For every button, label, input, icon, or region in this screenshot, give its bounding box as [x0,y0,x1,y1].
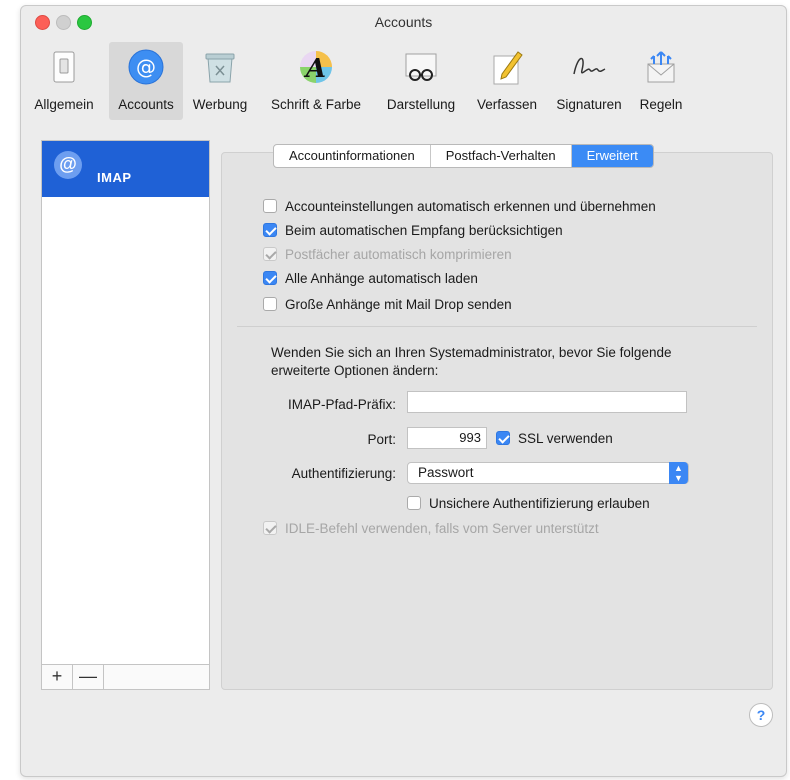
option-label: Beim automatischen Empfang berücksichtig… [285,222,563,238]
toolbar-item-darstellung[interactable]: Darstellung [377,42,465,120]
toolbar-label: Darstellung [386,97,456,112]
option-include-auto-fetch[interactable]: Beim automatischen Empfang berücksichtig… [263,220,563,240]
option-label: Accounteinstellungen automatisch erkenne… [285,198,656,214]
toolbar-item-verfassen[interactable]: Verfassen [467,42,547,120]
checkbox[interactable] [263,271,277,285]
port-label: Port: [367,432,396,447]
option-mail-drop[interactable]: Große Anhänge mit Mail Drop senden [263,294,512,314]
auth-popup[interactable]: Passwort ▲ ▼ [407,462,689,484]
checkbox[interactable] [263,223,277,237]
glasses-icon [405,53,437,81]
insecure-auth-label: Unsichere Authentifizierung erlauben [429,495,650,511]
toolbar-item-regeln[interactable]: Regeln [631,42,691,120]
toolbar-item-signaturen[interactable]: Signaturen [549,42,629,120]
list-controls: + — [42,664,209,689]
checkbox[interactable] [263,297,277,311]
ssl-option[interactable]: SSL verwenden [496,428,613,448]
svg-text:A: A [303,54,326,84]
chevron-updown-icon: ▲ ▼ [669,462,688,484]
toolbar-item-accounts[interactable]: @ Accounts [109,42,183,120]
option-compact-mailboxes: Postfächer automatisch komprimieren [263,244,512,264]
idle-label: IDLE-Befehl verwenden, falls vom Server … [285,520,599,536]
switch-icon [53,51,75,83]
toolbar-label: Verfassen [476,97,538,112]
checkbox [263,521,277,535]
junk-trash-icon [205,53,235,83]
tab-bar: Accountinformationen Postfach-Verhalten … [273,144,654,168]
preferences-window: Accounts Allgemein @ Accounts Werbung A … [20,5,787,777]
checkbox[interactable] [407,496,421,510]
at-sign-icon: @ [54,151,82,179]
toolbar-item-allgemein[interactable]: Allgemein [29,42,99,120]
pencil-icon [493,51,523,85]
at-sign-icon: @ [128,49,164,85]
add-account-button[interactable]: + [42,665,73,689]
tab-postfach-verhalten[interactable]: Postfach-Verhalten [431,145,572,167]
toolbar-label: Werbung [192,97,248,112]
toolbar-label: Regeln [639,97,683,112]
port-input[interactable]: 993 [407,427,487,449]
preferences-toolbar: Allgemein @ Accounts Werbung A Schrift &… [21,42,786,120]
toolbar-label: Accounts [118,97,174,112]
remove-account-button[interactable]: — [73,665,104,689]
toolbar-item-schrift-farbe[interactable]: A Schrift & Farbe [261,42,371,120]
toolbar-label: Allgemein [34,97,94,112]
help-button[interactable]: ? [749,703,773,727]
option-label: Postfächer automatisch komprimieren [285,246,512,262]
option-label: Alle Anhänge automatisch laden [285,270,478,286]
tab-erweitert[interactable]: Erweitert [571,145,653,167]
signature-icon [573,57,606,75]
imap-prefix-label: IMAP-Pfad-Präfix: [287,397,396,412]
ssl-label: SSL verwenden [518,430,613,446]
checkbox[interactable] [263,199,277,213]
toolbar-label: Signaturen [556,97,622,112]
font-color-icon: A [300,51,332,84]
rules-envelope-icon [647,51,675,83]
checkbox [263,247,277,261]
option-download-attachments[interactable]: Alle Anhänge automatisch laden [263,268,478,288]
svg-text:@: @ [136,55,156,79]
account-label: IMAP [97,170,132,185]
toolbar-label: Schrift & Farbe [270,97,362,112]
option-auto-detect[interactable]: Accounteinstellungen automatisch erkenne… [263,196,656,216]
toolbar-item-werbung[interactable]: Werbung [187,42,253,120]
tab-accountinformationen[interactable]: Accountinformationen [274,145,431,167]
imap-prefix-input[interactable] [407,391,687,413]
section-divider [237,326,757,327]
accounts-list: @ IMAP + — [41,140,210,690]
insecure-auth-option[interactable]: Unsichere Authentifizierung erlauben [407,493,650,513]
option-label: Große Anhänge mit Mail Drop senden [285,296,512,312]
idle-option: IDLE-Befehl verwenden, falls vom Server … [263,518,599,538]
checkbox[interactable] [496,431,510,445]
auth-value: Passwort [418,465,474,480]
account-row-imap[interactable]: @ IMAP [42,141,209,197]
auth-label: Authentifizierung: [291,466,396,481]
window-title: Accounts [374,14,433,30]
admin-notice: Wenden Sie sich an Ihren Systemadministr… [271,345,672,378]
titlebar: Accounts [21,6,786,36]
